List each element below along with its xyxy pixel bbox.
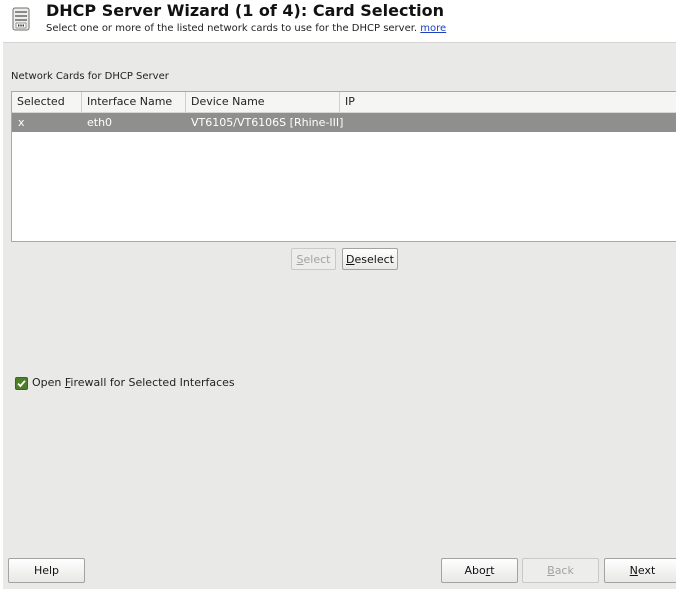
- deselect-button[interactable]: Deselect: [342, 248, 398, 270]
- table-header: Selected Interface Name Device Name IP: [12, 92, 676, 113]
- abort-label: Abort: [464, 564, 495, 577]
- server-config-icon: [12, 7, 30, 31]
- wizard-content: Network Cards for DHCP Server Selected I…: [3, 42, 676, 589]
- cell-selected: x: [18, 116, 25, 129]
- select-label-mnemonic: S: [296, 253, 304, 266]
- subtitle-text: Select one or more of the listed network…: [46, 23, 418, 34]
- deselect-label-mnemonic: D: [346, 253, 355, 266]
- checkmark-icon: [17, 380, 26, 388]
- column-header-selected[interactable]: Selected: [12, 92, 81, 112]
- cell-device: VT6105/VT6106S [Rhine-III]: [191, 116, 344, 129]
- more-link[interactable]: more: [420, 23, 446, 34]
- help-button[interactable]: Help: [8, 558, 85, 583]
- next-label: Next: [629, 564, 656, 577]
- back-label: Back: [547, 564, 574, 577]
- column-header-device[interactable]: Device Name: [185, 92, 339, 112]
- wizard-header: DHCP Server Wizard (1 of 4): Card Select…: [0, 0, 676, 42]
- page-title: DHCP Server Wizard (1 of 4): Card Select…: [46, 1, 444, 20]
- network-cards-label: Network Cards for DHCP Server: [11, 71, 169, 82]
- select-button[interactable]: Select: [291, 248, 336, 270]
- open-firewall-checkbox[interactable]: [15, 377, 28, 390]
- open-firewall-label[interactable]: Open Firewall for Selected Interfaces: [32, 376, 235, 389]
- cell-ip: [339, 113, 345, 132]
- deselect-label: Deselect: [346, 253, 394, 266]
- cell-interface: eth0: [87, 116, 113, 129]
- column-header-interface[interactable]: Interface Name: [81, 92, 185, 112]
- network-cards-table[interactable]: Selected Interface Name Device Name IP x…: [11, 91, 676, 242]
- back-button[interactable]: Back: [522, 558, 599, 583]
- page-subtitle: Select one or more of the listed network…: [46, 23, 446, 34]
- column-header-ip[interactable]: IP: [339, 92, 676, 112]
- next-button[interactable]: Next: [604, 558, 676, 583]
- table-row[interactable]: x eth0 VT6105/VT6106S [Rhine-III]: [12, 113, 676, 132]
- abort-button[interactable]: Abort: [441, 558, 518, 583]
- select-label: Select: [296, 253, 331, 266]
